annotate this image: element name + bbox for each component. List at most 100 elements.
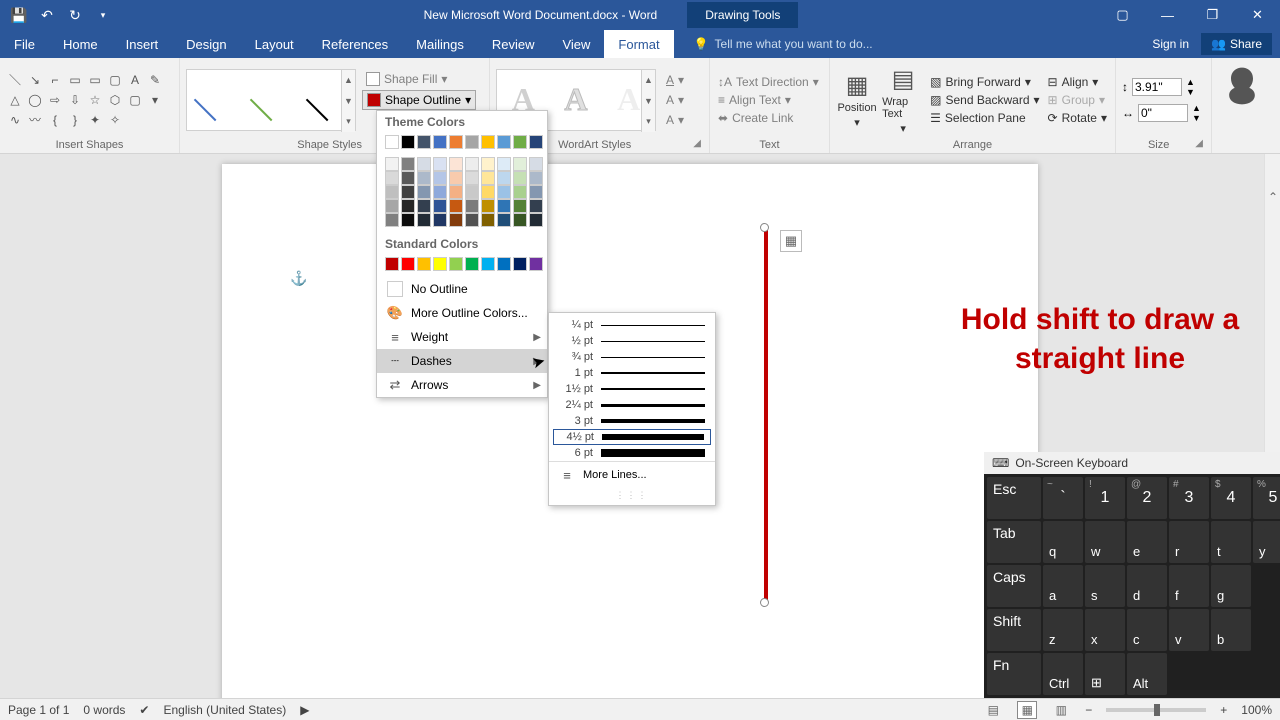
tab-references[interactable]: References: [308, 30, 402, 58]
color-swatch[interactable]: [401, 185, 415, 199]
sign-in-link[interactable]: Sign in: [1152, 37, 1189, 51]
wordart-a3[interactable]: A: [617, 81, 640, 118]
osk-key[interactable]: $4: [1211, 477, 1251, 519]
color-swatch[interactable]: [385, 171, 399, 185]
color-swatch[interactable]: [401, 157, 415, 171]
height-up[interactable]: ▲: [1186, 77, 1195, 87]
shape-edit[interactable]: ✎: [146, 71, 164, 89]
close-button[interactable]: ✕: [1235, 0, 1280, 30]
zoom-out-button[interactable]: −: [1085, 703, 1092, 717]
color-swatch[interactable]: [385, 185, 399, 199]
color-swatch[interactable]: [433, 199, 447, 213]
color-swatch[interactable]: [401, 199, 415, 213]
osk-key[interactable]: @2: [1127, 477, 1167, 519]
tab-mailings[interactable]: Mailings: [402, 30, 478, 58]
collapse-ribbon-button[interactable]: ⌃: [1268, 190, 1278, 204]
shape-star3[interactable]: ✧: [106, 111, 124, 129]
more-lines-item[interactable]: ≡More Lines...: [549, 461, 715, 488]
shape-outline-button[interactable]: Shape Outline ▾: [362, 90, 476, 110]
web-layout-button[interactable]: ▥: [1051, 701, 1071, 719]
color-swatch[interactable]: [449, 199, 463, 213]
print-layout-button[interactable]: ▦: [1017, 701, 1037, 719]
shapes-gallery[interactable]: ＼ ↘ ⌐ ▭ ▭ ▢ A ✎ △ ◯ ⇨ ⇩ ☆ ⬡ ▢ ▾ ∿ 〰 { }: [6, 71, 164, 129]
osk-key[interactable]: ⊞: [1085, 653, 1125, 695]
color-swatch[interactable]: [481, 157, 495, 171]
shape-triangle[interactable]: △: [6, 91, 24, 109]
tab-file[interactable]: File: [0, 30, 49, 58]
color-swatch[interactable]: [513, 135, 527, 149]
dashes-item[interactable]: ┄Dashes▶: [377, 349, 547, 373]
shape-callout[interactable]: ▢: [126, 91, 144, 109]
color-swatch[interactable]: [417, 199, 431, 213]
wa-up[interactable]: ▲: [642, 70, 655, 91]
wordart-a2[interactable]: A: [564, 81, 587, 118]
wordart-launcher[interactable]: ◢: [693, 138, 703, 151]
shape-brace-r[interactable]: }: [66, 111, 84, 129]
color-swatch[interactable]: [497, 185, 511, 199]
tab-review[interactable]: Review: [478, 30, 549, 58]
shape-textbox[interactable]: A: [126, 71, 144, 89]
tab-format[interactable]: Format: [604, 30, 673, 58]
resize-grip[interactable]: ⋮⋮⋮: [549, 488, 715, 501]
color-swatch[interactable]: [417, 171, 431, 185]
gallery-down[interactable]: ▼: [342, 90, 355, 111]
color-swatch[interactable]: [481, 171, 495, 185]
osk-key[interactable]: c: [1127, 609, 1167, 651]
color-swatch[interactable]: [417, 213, 431, 227]
color-swatch[interactable]: [529, 185, 543, 199]
send-backward-button[interactable]: ▨Send Backward ▾: [928, 92, 1041, 108]
share-button[interactable]: 👥 Share: [1201, 33, 1272, 55]
wa-down[interactable]: ▼: [642, 90, 655, 111]
tab-view[interactable]: View: [548, 30, 604, 58]
gallery-up[interactable]: ▲: [342, 70, 355, 91]
osk-key[interactable]: q: [1043, 521, 1083, 563]
color-swatch[interactable]: [465, 135, 479, 149]
color-swatch[interactable]: [513, 157, 527, 171]
osk-key[interactable]: Fn: [987, 653, 1041, 695]
qat-customize-button[interactable]: ▾: [90, 2, 116, 28]
color-swatch[interactable]: [385, 135, 399, 149]
osk-key[interactable]: w: [1085, 521, 1125, 563]
osk-key[interactable]: v: [1169, 609, 1209, 651]
shape-connector[interactable]: ⌐: [46, 71, 64, 89]
color-swatch[interactable]: [433, 257, 447, 271]
wa-more[interactable]: ▾: [642, 111, 655, 132]
color-swatch[interactable]: [433, 157, 447, 171]
weight-option[interactable]: 2¼ pt: [549, 397, 715, 413]
color-swatch[interactable]: [449, 185, 463, 199]
color-swatch[interactable]: [385, 213, 399, 227]
osk-key[interactable]: #3: [1169, 477, 1209, 519]
osk-key[interactable]: s: [1085, 565, 1125, 607]
zoom-level[interactable]: 100%: [1241, 703, 1272, 717]
weight-item[interactable]: ≡Weight▶: [377, 325, 547, 349]
shape-hex[interactable]: ⬡: [106, 91, 124, 109]
color-swatch[interactable]: [433, 213, 447, 227]
color-swatch[interactable]: [401, 135, 415, 149]
language-indicator[interactable]: English (United States): [163, 703, 286, 717]
color-swatch[interactable]: [513, 199, 527, 213]
color-swatch[interactable]: [465, 157, 479, 171]
color-swatch[interactable]: [481, 199, 495, 213]
color-swatch[interactable]: [481, 257, 495, 271]
line-handle-bottom[interactable]: [760, 598, 769, 607]
tab-layout[interactable]: Layout: [241, 30, 308, 58]
width-down[interactable]: ▼: [1192, 113, 1201, 123]
color-swatch[interactable]: [385, 257, 399, 271]
color-swatch[interactable]: [401, 257, 415, 271]
shape-width-input[interactable]: [1138, 104, 1188, 122]
color-swatch[interactable]: [529, 157, 543, 171]
color-swatch[interactable]: [385, 199, 399, 213]
size-launcher[interactable]: ◢: [1195, 138, 1205, 151]
no-outline-item[interactable]: No Outline: [377, 277, 547, 301]
shape-arrow-d[interactable]: ⇩: [66, 91, 84, 109]
color-swatch[interactable]: [449, 157, 463, 171]
shape-rounded[interactable]: ▢: [106, 71, 124, 89]
color-swatch[interactable]: [449, 213, 463, 227]
arrows-item[interactable]: ⇄Arrows▶: [377, 373, 547, 397]
wrap-text-button[interactable]: ▤Wrap Text▾: [882, 65, 924, 135]
weight-option[interactable]: ¼ pt: [549, 317, 715, 333]
osk-key[interactable]: y: [1253, 521, 1280, 563]
color-swatch[interactable]: [417, 135, 431, 149]
shape-more[interactable]: ▾: [146, 91, 164, 109]
shape-star2[interactable]: ✦: [86, 111, 104, 129]
